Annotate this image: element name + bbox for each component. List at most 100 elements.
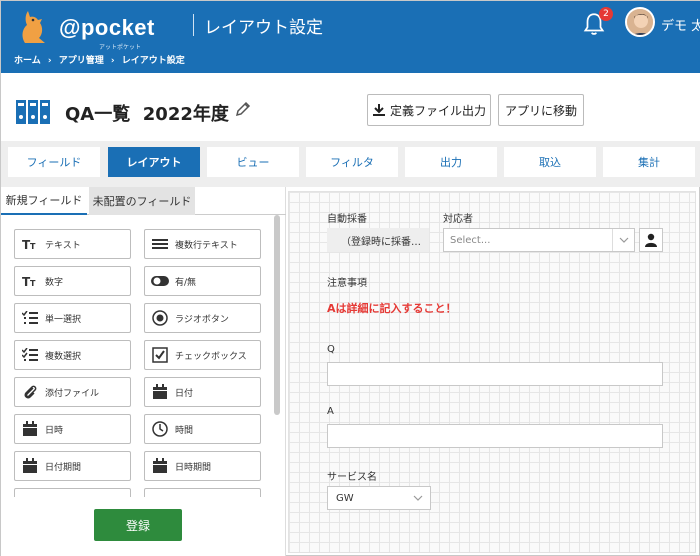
page-title: QA一覧 2022年度 [65, 104, 229, 125]
tab-view[interactable]: ビュー [207, 147, 299, 177]
chevron-down-icon [412, 492, 424, 507]
tab-field[interactable]: フィールド [8, 147, 100, 177]
radio-icon [151, 310, 169, 326]
field-type-label: チェックボックス [175, 351, 247, 362]
field-type-single-select[interactable]: 単一選択 [14, 303, 131, 333]
kangaroo-logo-icon [22, 11, 45, 43]
field-type-datetime[interactable]: 日時 [14, 414, 131, 444]
field-type-label: 日時期間 [175, 462, 212, 473]
calendar-icon [21, 458, 39, 474]
assignee-select[interactable]: Select... [443, 228, 635, 252]
field-type-label: 添付ファイル [45, 388, 100, 399]
logo-subtext: アットポケット [99, 44, 142, 51]
field-palette-panel: 新規フィールド 未配置のフィールド TT テキスト 複数行テキスト TT 数字 … [1, 187, 286, 556]
download-icon [372, 104, 385, 116]
notes-text: Aは詳細に記入すること！ [327, 302, 457, 315]
person-icon [645, 233, 657, 247]
user-name[interactable]: デモ 太 [661, 15, 700, 34]
field-type-label: 複数行テキスト [175, 240, 238, 251]
user-picker-button[interactable] [639, 228, 663, 252]
multiline-text-icon [151, 236, 169, 252]
field-type-number[interactable]: TT 数字 [14, 266, 131, 296]
palette-subtabs: 新規フィールド 未配置のフィールド [1, 187, 286, 215]
field-type-partial[interactable] [144, 488, 261, 497]
breadcrumb: ホーム › アプリ管理 › レイアウト設定 [14, 53, 189, 66]
svg-text:T: T [30, 242, 36, 250]
a-input[interactable] [327, 424, 663, 448]
auto-number-field[interactable]: （登録時に採番… [327, 228, 429, 252]
field-type-text[interactable]: TT テキスト [14, 229, 131, 259]
breadcrumb-separator: › [47, 56, 52, 66]
field-type-label: 日時 [45, 425, 64, 436]
text-icon: TT [21, 236, 39, 252]
notes-label: 注意事項 [327, 278, 367, 289]
field-type-datetime-range[interactable]: 日時期間 [144, 451, 261, 481]
field-type-radio[interactable]: ラジオボタン [144, 303, 261, 333]
q-label: Q [327, 344, 335, 355]
service-value: GW [336, 492, 354, 504]
goto-app-button[interactable]: アプリに移動 [498, 94, 584, 126]
app-header: @pocket アットポケット レイアウト設定 ホーム › アプリ管理 › レイ… [1, 1, 700, 73]
assignee-placeholder: Select... [450, 234, 491, 246]
field-type-partial[interactable] [14, 488, 131, 497]
header-title: レイアウト設定 [204, 18, 323, 38]
register-button[interactable]: 登録 [94, 509, 182, 541]
service-select[interactable]: GW [327, 486, 431, 510]
page-title-row: QA一覧 2022年度 定義ファイル出力 アプリに移動 [1, 73, 700, 141]
field-type-multi-select[interactable]: 複数選択 [14, 340, 131, 370]
tab-layout[interactable]: レイアウト [108, 147, 200, 177]
a-label: A [327, 406, 334, 417]
avatar[interactable] [625, 7, 655, 37]
clock-icon [151, 421, 169, 437]
calendar-icon [151, 384, 169, 400]
main-tabs: フィールド レイアウト ビュー フィルタ 出力 取込 集計 [1, 141, 700, 187]
field-type-time[interactable]: 時間 [144, 414, 261, 444]
field-type-label: 時間 [175, 425, 194, 436]
multi-select-icon [21, 347, 39, 363]
header-divider [193, 14, 194, 36]
field-type-label: 数字 [45, 277, 64, 288]
checkbox-icon [151, 347, 169, 363]
attachment-icon [21, 384, 39, 400]
field-type-list: TT テキスト 複数行テキスト TT 数字 有/無 単一選択 ラジオボタン 複数… [1, 215, 286, 497]
field-type-checkbox[interactable]: チェックボックス [144, 340, 261, 370]
field-type-multiline-text[interactable]: 複数行テキスト [144, 229, 261, 259]
tab-aggregate[interactable]: 集計 [603, 147, 695, 177]
field-type-date-range[interactable]: 日付期間 [14, 451, 131, 481]
binders-icon [16, 100, 50, 124]
tab-output[interactable]: 出力 [405, 147, 497, 177]
subtab-unplaced-fields[interactable]: 未配置のフィールド [89, 187, 195, 215]
service-label: サービス名 [327, 472, 377, 483]
tab-import[interactable]: 取込 [504, 147, 596, 177]
field-type-date[interactable]: 日付 [144, 377, 261, 407]
chevron-down-icon [612, 229, 634, 251]
field-type-label: 複数選択 [45, 351, 82, 362]
q-input[interactable] [327, 362, 663, 386]
field-type-label: 日付 [175, 388, 194, 399]
breadcrumb-app-admin[interactable]: アプリ管理 [59, 56, 104, 66]
field-type-label: ラジオボタン [175, 314, 229, 325]
field-type-toggle[interactable]: 有/無 [144, 266, 261, 296]
auto-number-label: 自動採番 [327, 214, 367, 225]
subtab-new-fields[interactable]: 新規フィールド [1, 187, 87, 215]
field-type-label: 単一選択 [45, 314, 82, 325]
logo-text: @pocket [59, 15, 155, 40]
palette-scrollbar[interactable] [274, 215, 280, 415]
calendar-icon [21, 421, 39, 437]
layout-canvas[interactable]: 自動採番 （登録時に採番… 対応者 Select... 注意事項 Aは詳細に記入… [288, 191, 696, 553]
field-type-label: 有/無 [175, 277, 197, 288]
app-logo[interactable]: @pocket アットポケット [11, 7, 154, 51]
export-definition-button[interactable]: 定義ファイル出力 [367, 94, 491, 126]
single-select-icon [21, 310, 39, 326]
number-icon: TT [21, 273, 39, 289]
calendar-icon [151, 458, 169, 474]
notification-badge: 2 [599, 7, 613, 21]
field-type-attachment[interactable]: 添付ファイル [14, 377, 131, 407]
breadcrumb-current: レイアウト設定 [121, 56, 185, 66]
svg-text:T: T [30, 279, 36, 287]
breadcrumb-home[interactable]: ホーム [14, 56, 41, 66]
tab-filter[interactable]: フィルタ [306, 147, 398, 177]
breadcrumb-separator: › [110, 56, 115, 66]
pencil-edit-icon[interactable] [234, 100, 252, 118]
toggle-icon [151, 273, 169, 289]
